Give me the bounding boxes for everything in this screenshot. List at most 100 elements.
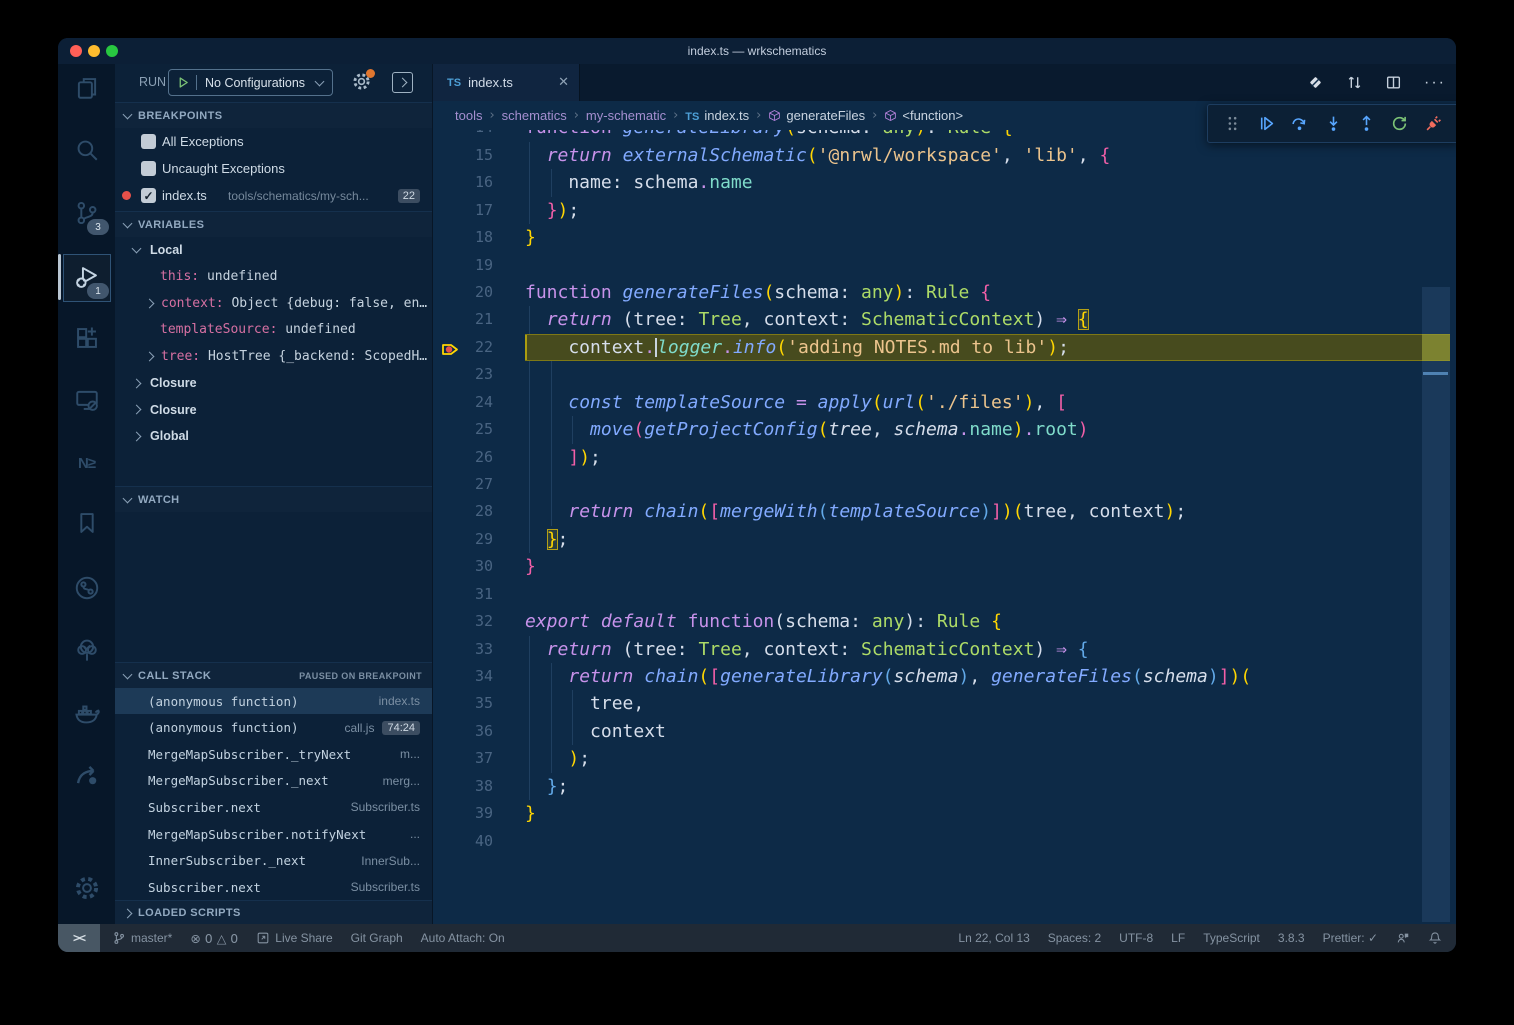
status-item--0-0[interactable]: ⊗ 0 △ 0 [190,931,238,946]
sidebar-item-source-control[interactable]: 3 [58,189,115,237]
line-number[interactable]: 24 [433,389,493,416]
code-line[interactable]: 37 ); [433,745,1456,772]
variable-row[interactable]: context: Object {debug: false, en… [115,290,432,316]
close-window-button[interactable] [70,45,82,57]
call-stack-frame[interactable]: MergeMapSubscriber.notifyNext... [115,821,432,847]
code-area[interactable]: 14function generateLibrary(schema: any):… [433,130,1456,924]
grip-icon[interactable] [1224,115,1241,132]
call-stack-frame[interactable]: (anonymous function)call.js74:24 [115,715,432,741]
breakpoint-row[interactable]: All Exceptions [115,128,432,155]
zoom-window-button[interactable] [106,45,118,57]
line-number[interactable]: 26 [433,444,493,471]
sidebar-item-manage[interactable] [58,864,115,912]
sidebar-item-remote-explorer[interactable] [58,376,115,424]
line-number[interactable]: 37 [433,745,493,772]
disconnect-icon[interactable] [1425,115,1442,132]
scrollbar[interactable] [1422,287,1450,922]
line-number[interactable]: 38 [433,773,493,800]
code-line[interactable]: 20function generateFiles(schema: any): R… [433,279,1456,306]
variable-row[interactable]: tree: HostTree {_backend: ScopedH… [115,343,432,369]
line-number[interactable]: 31 [433,581,493,608]
compare-changes-icon[interactable] [1346,74,1363,91]
remote-indicator[interactable]: >< [58,924,100,952]
line-number[interactable]: 33 [433,636,493,663]
status-item-lf[interactable]: LF [1171,931,1185,945]
call-stack-section-header[interactable]: CALL STACK PAUSED ON BREAKPOINT [115,662,432,688]
line-number[interactable]: 23 [433,361,493,388]
more-actions-icon[interactable]: ··· [1424,78,1446,88]
status-item-git-graph[interactable]: Git Graph [351,931,403,945]
code-line[interactable]: 18} [433,224,1456,251]
status-item-typescript[interactable]: TypeScript [1203,931,1260,945]
step-into-icon[interactable] [1325,115,1342,132]
launch-configuration-dropdown[interactable]: No Configurations [168,69,333,96]
code-line[interactable]: 32export default function(schema: any): … [433,608,1456,635]
code-line[interactable]: 15 return externalSchematic('@nrwl/works… [433,142,1456,169]
sidebar-item-test-explorer[interactable] [58,626,115,674]
sidebar-item-search[interactable] [58,126,115,174]
line-number[interactable]: 29 [433,526,493,553]
line-number[interactable]: 14 [433,130,493,142]
status-item-utf-8[interactable]: UTF-8 [1119,931,1153,945]
sidebar-item-run-and-debug[interactable]: 1 [58,253,115,301]
line-number[interactable]: 34 [433,663,493,690]
status-item-ln-22-col-13[interactable]: Ln 22, Col 13 [958,931,1029,945]
breadcrumb-item-schematics[interactable]: schematics [502,108,567,123]
call-stack-frame[interactable]: InnerSubscriber._nextInnerSub... [115,848,432,874]
configure-gear-button[interactable] [352,72,371,91]
sidebar-item-gitlens[interactable] [58,751,115,799]
sidebar-item-explorer[interactable] [58,64,115,112]
code-line[interactable]: 35 tree, [433,690,1456,717]
sidebar-item-extensions[interactable] [58,314,115,362]
code-line[interactable]: 30} [433,553,1456,580]
sidebar-item-nx-console[interactable]: N≥ [58,439,115,487]
call-stack-frame[interactable]: Subscriber.nextSubscriber.ts [115,794,432,820]
variables-scope-row[interactable]: Local [115,237,432,263]
variable-row[interactable]: this: undefined [115,264,432,290]
code-line[interactable]: 29 }; [433,526,1456,553]
variables-scope-row[interactable]: Closure [115,397,432,423]
variables-section-header[interactable]: VARIABLES [115,211,432,237]
call-stack-frame[interactable]: MergeMapSubscriber._tryNextm... [115,741,432,767]
variable-row[interactable]: templateSource: undefined [115,317,432,343]
sidebar-item-bookmarks[interactable] [58,499,115,547]
status-item-spaces-2[interactable]: Spaces: 2 [1048,931,1101,945]
open-changes-icon[interactable] [1307,74,1324,91]
status-item-prettier-[interactable]: Prettier: ✓ [1323,931,1378,945]
step-over-icon[interactable] [1291,115,1308,132]
breadcrumb-item-myschematic[interactable]: my-schematic [586,108,666,123]
breakpoints-section-header[interactable]: BREAKPOINTS [115,102,432,128]
code-line[interactable]: 24 const templateSource = apply(url('./f… [433,389,1456,416]
close-tab-icon[interactable]: ✕ [558,75,569,90]
checkbox[interactable] [141,161,156,176]
code-line[interactable]: 40 [433,828,1456,855]
status-item-feedback[interactable] [1396,931,1410,945]
line-number[interactable]: 27 [433,471,493,498]
call-stack-frame[interactable]: (anonymous function)index.ts [115,688,432,714]
tab-index-ts[interactable]: TS index.ts ✕ [433,64,580,101]
code-line[interactable]: 22 context.logger.info('adding NOTES.md … [433,334,1456,361]
continue-icon[interactable] [1258,115,1275,132]
minimize-window-button[interactable] [88,45,100,57]
step-out-icon[interactable] [1358,115,1375,132]
code-line[interactable]: 21 return (tree: Tree, context: Schemati… [433,306,1456,333]
breadcrumb-item-function[interactable]: <function> [884,108,963,123]
code-line[interactable]: 17 }); [433,197,1456,224]
line-number[interactable]: 36 [433,718,493,745]
watch-section-header[interactable]: WATCH [115,486,432,512]
code-line[interactable]: 36 context [433,718,1456,745]
line-number[interactable]: 35 [433,690,493,717]
split-editor-icon[interactable] [1385,74,1402,91]
breadcrumb-item-indexts[interactable]: TSindex.ts [685,108,749,123]
status-item-bell[interactable] [1428,931,1442,945]
line-number[interactable]: 25 [433,416,493,443]
code-line[interactable]: 38 }; [433,773,1456,800]
start-debugging-icon[interactable] [177,76,190,89]
line-number[interactable]: 18 [433,224,493,251]
code-line[interactable]: 33 return (tree: Tree, context: Schemati… [433,636,1456,663]
line-number[interactable]: 30 [433,553,493,580]
code-line[interactable]: 16 name: schema.name [433,169,1456,196]
open-debug-console-button[interactable] [392,72,413,93]
breakpoint-row[interactable]: ✓index.tstools/schematics/my-sch...22 [115,182,432,209]
code-line[interactable]: 26 ]); [433,444,1456,471]
